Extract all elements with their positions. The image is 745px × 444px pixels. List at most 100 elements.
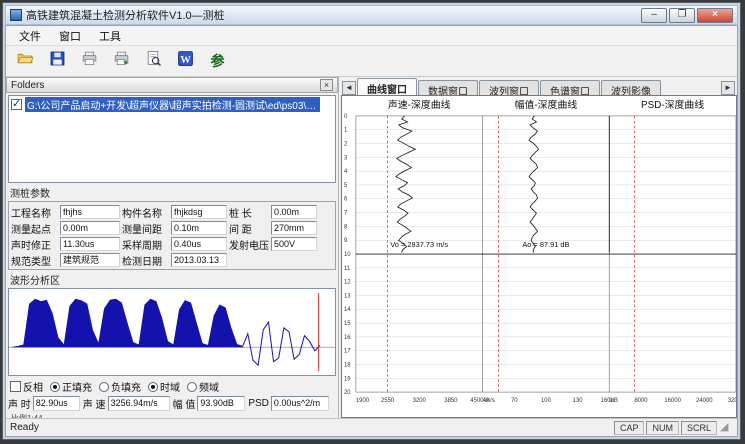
param-cell: 测量间距0.10m: [122, 221, 227, 236]
floppy-icon: [49, 50, 66, 72]
printer-export-icon: [113, 50, 130, 72]
param-field[interactable]: 270mm: [271, 221, 317, 235]
svg-text:3850: 3850: [444, 398, 458, 404]
param-field[interactable]: 0.00m: [60, 221, 120, 235]
wave-section-title: 波形分析区: [10, 272, 334, 287]
invert-checkbox[interactable]: 反相: [10, 379, 43, 394]
param-field[interactable]: 500V: [271, 237, 317, 251]
toolbar-reference-button[interactable]: 参: [204, 49, 231, 74]
svg-text:PSD-深度曲线: PSD-深度曲线: [641, 98, 704, 111]
depth-curves-chart[interactable]: 01234567891011121314151617181920声速-深度曲线1…: [341, 95, 737, 418]
domain-radio-1[interactable]: 时域: [148, 379, 180, 394]
svg-text:7: 7: [344, 211, 347, 217]
radio-icon: [187, 382, 197, 392]
readout-4: PSD0.00us^2/m: [248, 396, 329, 411]
resize-grip[interactable]: ◢: [720, 421, 733, 434]
svg-text:1: 1: [344, 128, 348, 134]
svg-text:15: 15: [344, 321, 351, 327]
radio-icon: [148, 382, 158, 392]
readout-field[interactable]: 3256.94m/s: [108, 396, 170, 411]
svg-text:24000: 24000: [696, 398, 713, 404]
param-field[interactable]: 0.00m: [271, 205, 317, 219]
tab-1[interactable]: 曲线窗口: [357, 78, 417, 95]
domain-label-1: 时域: [160, 379, 180, 394]
toolbar-open-button[interactable]: [12, 49, 39, 74]
checkbox-icon[interactable]: [11, 99, 22, 110]
toolbar-print-export-button[interactable]: [108, 49, 135, 74]
tree-item-label: G:\公司产品启动+开发\超声仪器\超声实拍检测-圆测试\ed\ps03\ps0…: [25, 97, 320, 112]
toolbar-print-button[interactable]: [76, 49, 103, 74]
menu-item-3[interactable]: 工具: [90, 26, 130, 46]
fill-radio-2[interactable]: 负填充: [99, 379, 141, 394]
domain-radio-2[interactable]: 频域: [187, 379, 219, 394]
page-preview-icon: [145, 50, 162, 72]
param-cell: 测量起点0.00m: [11, 221, 120, 236]
close-button[interactable]: ×: [697, 8, 733, 23]
readout-3: 幅 值93.90dB: [173, 396, 246, 411]
param-field[interactable]: 2013.03.13: [171, 253, 227, 267]
param-cell: 间 距270mm: [229, 221, 317, 236]
param-field[interactable]: 0.40us: [171, 237, 227, 251]
readout-label: 声 时: [8, 396, 31, 411]
svg-text:Vo = 2837.73 m/s: Vo = 2837.73 m/s: [390, 240, 448, 249]
status-indicator-cap: CAP: [614, 421, 645, 435]
readout-field[interactable]: 82.90us: [33, 396, 80, 411]
tree-item[interactable]: G:\公司产品启动+开发\超声仪器\超声实拍检测-圆测试\ed\ps03\ps0…: [9, 96, 335, 113]
param-field[interactable]: 11.30us: [60, 237, 120, 251]
svg-text:5: 5: [344, 183, 348, 189]
svg-text:40: 40: [483, 398, 490, 404]
menu-item-2[interactable]: 窗口: [50, 26, 90, 46]
invert-label: 反相: [23, 379, 43, 394]
tab-2[interactable]: 数据窗口: [418, 80, 478, 95]
param-label: 采样周期: [122, 237, 169, 252]
param-field[interactable]: 建筑规范: [60, 253, 120, 267]
fill-radio-1[interactable]: 正填充: [50, 379, 92, 394]
tab-5[interactable]: 波列影像: [601, 80, 661, 95]
radio-icon: [99, 382, 109, 392]
svg-text:70: 70: [511, 398, 518, 404]
svg-text:3: 3: [344, 155, 348, 161]
toolbar-word-export-button[interactable]: W: [172, 49, 199, 74]
svg-text:20: 20: [344, 390, 351, 396]
waveform-display[interactable]: [8, 288, 336, 376]
readout-field[interactable]: 93.90dB: [197, 396, 245, 411]
param-field[interactable]: 0.10m: [171, 221, 227, 235]
maximize-button[interactable]: ❐: [669, 8, 695, 23]
panel-close-button[interactable]: ×: [320, 79, 333, 91]
waveform-plot: [9, 289, 335, 375]
svg-text:18: 18: [344, 363, 351, 369]
domain-label-2: 频域: [199, 379, 219, 394]
param-field[interactable]: fhjkdsg: [171, 205, 227, 219]
svg-text:8000: 8000: [634, 398, 648, 404]
menubar: 文件窗口工具: [6, 26, 737, 46]
tab-3[interactable]: 波列窗口: [479, 80, 539, 95]
param-row: 声时修正11.30us采样周期0.40us发射电压500V: [11, 236, 333, 252]
param-cell: 采样周期0.40us: [122, 237, 227, 252]
status-indicator-scrl: SCRL: [681, 421, 717, 435]
folders-panel: Folders × G:\公司产品启动+开发\超声仪器\超声实拍检测-圆测试\e…: [6, 77, 339, 418]
readout-label: 声 速: [83, 396, 106, 411]
param-label: 构件名称: [122, 205, 169, 220]
param-label: 规范类型: [11, 253, 58, 268]
folder-tree: G:\公司产品启动+开发\超声仪器\超声实拍检测-圆测试\ed\ps03\ps0…: [8, 95, 336, 183]
svg-text:Ao = 87.91 dB: Ao = 87.91 dB: [522, 240, 569, 249]
param-cell: 工程名称fhjhs: [11, 205, 120, 220]
param-label: 声时修正: [11, 237, 58, 252]
menu-item-1[interactable]: 文件: [10, 26, 50, 46]
titlebar[interactable]: 高铁建筑混凝土检测分析软件V1.0—测桩 – ❐ ×: [5, 5, 738, 25]
depth-curves-plot: 01234567891011121314151617181920声速-深度曲线1…: [342, 96, 736, 417]
param-field[interactable]: fhjhs: [60, 205, 120, 219]
minimize-button[interactable]: –: [641, 8, 667, 23]
tab-scroll-left-button[interactable]: ◄: [342, 81, 356, 95]
readout-field[interactable]: 0.00us^2/m: [271, 396, 329, 411]
measurement-readouts: 声 时82.90us声 速3256.94m/s幅 值93.90dBPSD0.00…: [8, 396, 336, 411]
tab-scroll-right-button[interactable]: ►: [721, 81, 735, 95]
svg-text:100: 100: [541, 398, 552, 404]
toolbar-save-button[interactable]: [44, 49, 71, 74]
svg-text:16: 16: [344, 335, 351, 341]
svg-text:2: 2: [344, 141, 347, 147]
toolbar-print-preview-button[interactable]: [140, 49, 167, 74]
app-window: 高铁建筑混凝土检测分析软件V1.0—测桩 – ❐ × 文件窗口工具 W参 Fol…: [2, 2, 741, 440]
param-row: 工程名称fhjhs构件名称fhjkdsg桩 长0.00m: [11, 204, 333, 220]
tab-4[interactable]: 色谱窗口: [540, 80, 600, 95]
